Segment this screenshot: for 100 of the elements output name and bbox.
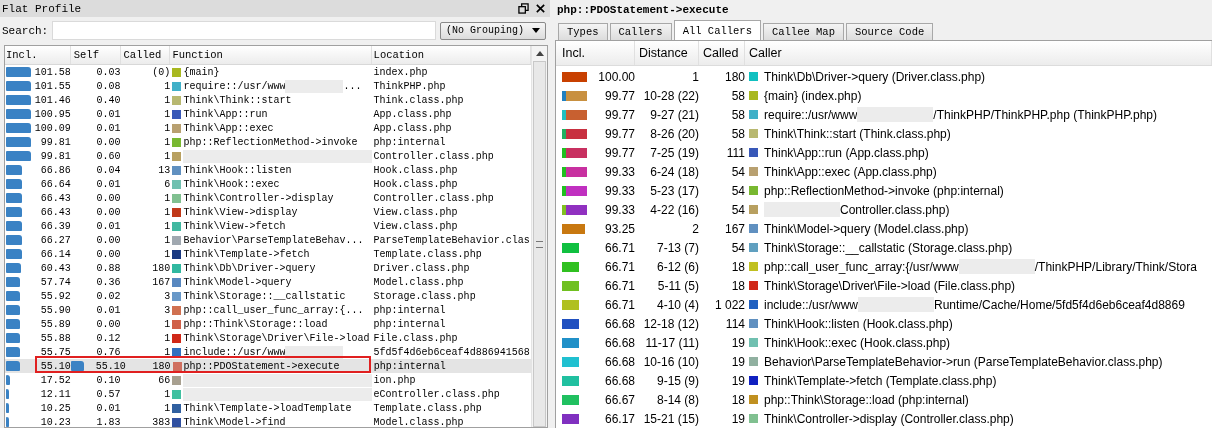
table-cell: 99.77: [604, 145, 635, 160]
table-cell: 8-26 (20): [650, 126, 699, 141]
table-cell: Think\App::exec: [183, 122, 274, 134]
bar: [6, 179, 23, 189]
column-header[interactable]: Called: [120, 46, 171, 64]
function-title: php::PDOStatement->execute: [556, 3, 730, 18]
scroll-thumb[interactable]: [533, 61, 546, 427]
table-cell: View.class.php: [373, 220, 458, 232]
tab[interactable]: All Callers: [673, 20, 761, 40]
table-cell: Think\Template->fetch (Template.class.php): [764, 373, 997, 388]
table-cell: 66.71: [604, 240, 635, 255]
table-cell: 18: [731, 278, 745, 293]
column-header[interactable]: Incl.: [556, 41, 635, 65]
table-cell: Template.class.php: [373, 402, 482, 414]
column-header[interactable]: Self: [70, 46, 121, 64]
table-cell: 5-11 (5): [657, 278, 699, 293]
search-field[interactable]: [52, 21, 436, 40]
table-cell: 1: [164, 220, 171, 232]
tab[interactable]: Source Code: [845, 23, 934, 40]
table-cell: 55.92: [40, 290, 71, 302]
table-cell: 58: [731, 88, 745, 103]
table-cell: 0.01: [96, 122, 121, 134]
table-cell: 55.10: [95, 360, 126, 372]
grouping-dropdown[interactable]: (No Grouping): [440, 21, 546, 40]
column-header[interactable]: Location: [371, 46, 531, 64]
table-cell: Think\Think::start: [183, 94, 292, 106]
table-cell: Think\Db\Driver->query (Driver.class.php): [764, 69, 986, 84]
table-cell: 66.39: [40, 220, 71, 232]
table-cell: 0.02: [96, 290, 121, 302]
table-cell: Think\App::run (App.class.php): [764, 145, 929, 160]
table-cell: 66.71: [604, 259, 635, 274]
bar: [6, 151, 31, 161]
table-cell: /ThinkPHP/ThinkPHP.php (ThinkPHP.php): [933, 107, 1158, 122]
restore-icon[interactable]: [518, 3, 529, 14]
table-cell: 114: [725, 316, 745, 331]
table-cell: php::call_user_func_array:{/usr/www: [764, 259, 959, 274]
table-cell: 180: [724, 69, 745, 84]
table-cell: 0.01: [96, 402, 121, 414]
table-cell: require::/usr/www: [183, 80, 286, 92]
table-cell: 66.64: [40, 178, 71, 190]
table-cell: 0.12: [96, 332, 121, 344]
table-cell: Hook.class.php: [373, 164, 458, 176]
table-cell: 9-27 (21): [650, 107, 699, 122]
table-cell: 100.09: [34, 122, 71, 134]
table-cell: 0.01: [96, 304, 121, 316]
table-cell: 1: [164, 136, 171, 148]
table-cell: Storage.class.php: [373, 290, 476, 302]
table-cell: 1: [164, 248, 171, 260]
column-header[interactable]: Function: [170, 46, 372, 64]
table-cell: 0.01: [96, 178, 121, 190]
table-cell: php:internal: [373, 136, 446, 148]
table-cell: 0.10: [96, 374, 121, 386]
table-cell: 58: [731, 126, 745, 141]
table-cell: 0.00: [96, 234, 121, 246]
table-cell: 10-16 (10): [643, 354, 699, 369]
table-cell: 99.77: [604, 88, 635, 103]
bar: [6, 67, 31, 77]
column-header[interactable]: Caller: [745, 41, 1212, 65]
table-cell: 101.55: [34, 80, 71, 92]
table-cell: 2: [692, 221, 699, 236]
table-cell: include::/usr/www: [764, 297, 859, 312]
table-cell: 99.77: [604, 107, 635, 122]
table-cell: Controller.class.php): [840, 202, 950, 217]
table-cell: 66.43: [40, 192, 71, 204]
column-header[interactable]: Called: [699, 41, 745, 65]
table-cell: Think\Model->find: [183, 416, 286, 427]
table-cell: 66.17: [604, 411, 635, 426]
column-header[interactable]: Incl.: [5, 46, 71, 64]
table-cell: 17.52: [40, 374, 71, 386]
column-header[interactable]: Distance: [635, 41, 699, 65]
table-cell: 0.08: [96, 80, 121, 92]
tab[interactable]: Callee Map: [762, 23, 844, 40]
table-cell: require::/usr/www: [764, 107, 858, 122]
table-cell: 1: [164, 108, 171, 120]
table-cell: 1: [164, 318, 171, 330]
table-cell: 1.83: [96, 416, 121, 427]
table-cell: php::PDOStatement->execute: [183, 360, 340, 372]
scroll-up-icon[interactable]: [535, 51, 544, 56]
selected-row[interactable]: 55.10 55.10 180 php::PDOStatement->execute php:internal: [5, 359, 531, 373]
table-cell: 7-25 (19): [650, 145, 699, 160]
table-cell: 66.71: [604, 278, 635, 293]
scrollbar[interactable]: [531, 46, 547, 427]
table-cell: 9-15 (9): [656, 373, 699, 388]
tab[interactable]: Types: [558, 23, 608, 40]
table-cell: 1 022: [714, 297, 745, 312]
close-icon[interactable]: [535, 3, 546, 14]
table-cell: Behavior\ParseTemplateBehav...: [183, 234, 364, 246]
table-cell: 0.00: [96, 192, 121, 204]
table-cell: 167: [724, 221, 745, 236]
table-cell: 66.68: [604, 354, 635, 369]
table-cell: 66.68: [604, 335, 635, 350]
tab[interactable]: Callers: [609, 23, 672, 40]
table-cell: Think\Model->query: [183, 276, 292, 288]
table-cell: 6-24 (18): [650, 164, 699, 179]
table-cell: Think\App::run: [183, 108, 268, 120]
table-cell: Think\Storage::__callstatic: [183, 290, 346, 302]
table-cell: ParseTemplateBehavior.clas: [373, 234, 530, 246]
table-cell: 0.40: [96, 94, 121, 106]
table-cell: 66.86: [40, 164, 71, 176]
bar: [6, 403, 9, 413]
